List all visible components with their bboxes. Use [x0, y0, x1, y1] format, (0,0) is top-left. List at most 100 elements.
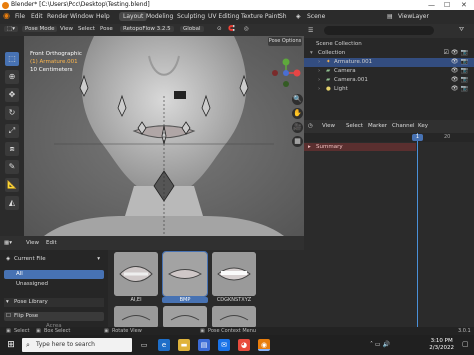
- scene-selector[interactable]: Scene: [307, 13, 325, 20]
- library-dropdown[interactable]: ◈ Current File ▾: [4, 255, 104, 264]
- mouth-preview-image: [163, 306, 207, 328]
- viewlayer-selector[interactable]: ViewLayer: [398, 13, 429, 20]
- mail-icon[interactable]: ✉: [218, 339, 230, 351]
- mode-dropdown[interactable]: Pose Mode: [22, 26, 58, 32]
- status-bar: ▣ Select ▣ Box Select ▣ Rotate View ▣ Po…: [0, 327, 474, 335]
- camera-view-icon[interactable]: 🎥: [292, 122, 303, 133]
- system-tray-icons[interactable]: ˄ ▭ 🔊: [370, 341, 390, 348]
- snap-icon[interactable]: 🧲: [228, 26, 235, 32]
- taskbar-search-input[interactable]: Type here to search: [22, 338, 132, 352]
- ds-menu-view[interactable]: View: [322, 123, 335, 129]
- orientation-dropdown[interactable]: Global: [180, 26, 204, 32]
- pose-thumbnail[interactable]: [114, 306, 158, 328]
- edge-browser-icon[interactable]: e: [158, 339, 170, 351]
- menu-select[interactable]: Select: [78, 26, 95, 32]
- dopesheet-editor-icon[interactable]: ◷: [308, 123, 313, 129]
- menu-edit[interactable]: Edit: [31, 13, 43, 20]
- pose-thumbnail[interactable]: [163, 306, 207, 328]
- tab-layout[interactable]: Layout: [119, 12, 148, 21]
- move-tool-icon[interactable]: ✥: [5, 88, 19, 102]
- blender-menu-icon[interactable]: ◉: [3, 11, 10, 20]
- rotate-tool-icon[interactable]: ↻: [5, 106, 19, 120]
- menu-help[interactable]: Help: [96, 13, 110, 20]
- flip-pose-button[interactable]: ☐ Flip Pose: [4, 312, 104, 321]
- proportional-icon[interactable]: ◎: [244, 26, 249, 32]
- chrome-icon[interactable]: ◕: [238, 339, 250, 351]
- outliner-item-camera[interactable]: › ▰ Camera 👁📷: [304, 67, 474, 76]
- visibility-icons[interactable]: ☑👁📷: [444, 49, 470, 56]
- tab-modeling[interactable]: Modeling: [146, 13, 173, 20]
- tab-uv-editing[interactable]: UV Editing: [208, 13, 239, 20]
- ab-menu-edit[interactable]: Edit: [46, 240, 57, 246]
- tab-texture-paint[interactable]: Texture Paint: [241, 13, 280, 20]
- outliner-item-light[interactable]: › ● Light 👁📷: [304, 85, 474, 94]
- current-frame-label[interactable]: 1: [412, 134, 423, 141]
- outliner-item-armature[interactable]: › ✦ Armature.001 👁📷: [304, 58, 474, 67]
- scale-tool-icon[interactable]: ⤢: [5, 124, 19, 138]
- tab-shading[interactable]: Sh: [279, 13, 287, 20]
- bone-size-tool-icon[interactable]: ◭: [5, 196, 19, 210]
- category-unassigned[interactable]: Unassigned: [4, 280, 104, 289]
- timeline-ruler[interactable]: 20: [304, 133, 474, 142]
- pose-thumbnail-ai-ei[interactable]: [114, 252, 158, 296]
- category-all[interactable]: All: [4, 270, 104, 279]
- menu-file[interactable]: File: [15, 13, 25, 20]
- pose-thumbnail[interactable]: [212, 306, 256, 328]
- ortho-toggle-icon[interactable]: ▦: [292, 136, 303, 147]
- select-tool-icon[interactable]: ⬚: [5, 52, 19, 66]
- pivot-icon[interactable]: ⊙: [217, 26, 222, 32]
- playhead[interactable]: [417, 133, 418, 335]
- visibility-icons[interactable]: 👁📷: [451, 58, 470, 65]
- mouth-preview-image: [163, 252, 207, 296]
- pose-library-panel-header[interactable]: ▾ Pose Library: [4, 298, 104, 307]
- outliner-editor-icon[interactable]: ☰: [308, 27, 313, 34]
- zoom-icon[interactable]: 🔍: [292, 94, 303, 105]
- scene-icon: ◈: [296, 13, 301, 20]
- visibility-icons[interactable]: 👁📷: [451, 85, 470, 92]
- pose-thumbnail-bmp[interactable]: [162, 251, 208, 297]
- file-explorer-icon[interactable]: ▬: [178, 339, 190, 351]
- pose-options-dropdown[interactable]: Pose Options: [268, 37, 302, 46]
- blender-taskbar-icon[interactable]: ◉: [258, 339, 270, 351]
- menu-view[interactable]: View: [60, 26, 73, 32]
- cursor-tool-icon[interactable]: ⊕: [5, 70, 19, 84]
- outliner-item-collection[interactable]: ▾ Collection ☑👁📷: [304, 49, 474, 58]
- close-button[interactable]: ✕: [461, 1, 467, 9]
- tab-sculpting[interactable]: Sculpting: [177, 13, 205, 20]
- taskbar-clock[interactable]: 3:10 PM 2/3/2022: [429, 338, 454, 352]
- asset-editor-icon[interactable]: ▦▾: [4, 240, 12, 246]
- visibility-icons[interactable]: 👁📷: [451, 76, 470, 83]
- notification-icon[interactable]: ▢: [462, 340, 469, 348]
- editor-type-dropdown[interactable]: ⬚▾: [4, 26, 18, 32]
- mouse-middle-icon: ▣: [104, 328, 109, 334]
- mouse-left-drag-icon: ▣: [36, 328, 41, 334]
- menu-render[interactable]: Render: [47, 13, 68, 20]
- annotate-tool-icon[interactable]: ✎: [5, 160, 19, 174]
- menu-pose[interactable]: Pose: [100, 26, 113, 32]
- ds-menu-key[interactable]: Key: [418, 123, 428, 129]
- pan-icon[interactable]: ✋: [292, 108, 303, 119]
- outliner-item-scene-collection[interactable]: Scene Collection: [304, 40, 474, 49]
- measure-tool-icon[interactable]: 📐: [5, 178, 19, 192]
- task-view-icon[interactable]: ▭: [138, 339, 150, 351]
- filter-icon[interactable]: ⛛: [459, 26, 464, 34]
- outliner-item-camera-001[interactable]: › ▰ Camera.001 👁📷: [304, 76, 474, 85]
- pose-thumbnail-cdgknstxyz[interactable]: [212, 252, 256, 296]
- transform-tool-icon[interactable]: ⧈: [5, 142, 19, 156]
- ds-menu-marker[interactable]: Marker: [368, 123, 387, 129]
- menu-window[interactable]: Window: [70, 13, 94, 20]
- ds-menu-select[interactable]: Select: [346, 123, 363, 129]
- windows-start-icon[interactable]: ⊞: [5, 339, 17, 351]
- retopoflow-dropdown[interactable]: RetopoFlow 3.2.5: [120, 26, 174, 32]
- visibility-icons[interactable]: 👁📷: [451, 67, 470, 74]
- store-icon[interactable]: ▤: [198, 339, 210, 351]
- dopesheet-header: ◷ View Select Marker Channel Key: [304, 120, 474, 133]
- maximize-button[interactable]: ☐: [444, 1, 450, 9]
- expand-arrow-icon[interactable]: ▸: [308, 144, 311, 150]
- ab-menu-view[interactable]: View: [26, 240, 39, 246]
- outliner-search-input[interactable]: [324, 26, 434, 35]
- navigation-gizmo[interactable]: [271, 58, 301, 88]
- minimize-button[interactable]: —: [428, 1, 435, 9]
- summary-channel[interactable]: ▸ Summary: [304, 143, 416, 151]
- ds-menu-channel[interactable]: Channel: [392, 123, 415, 129]
